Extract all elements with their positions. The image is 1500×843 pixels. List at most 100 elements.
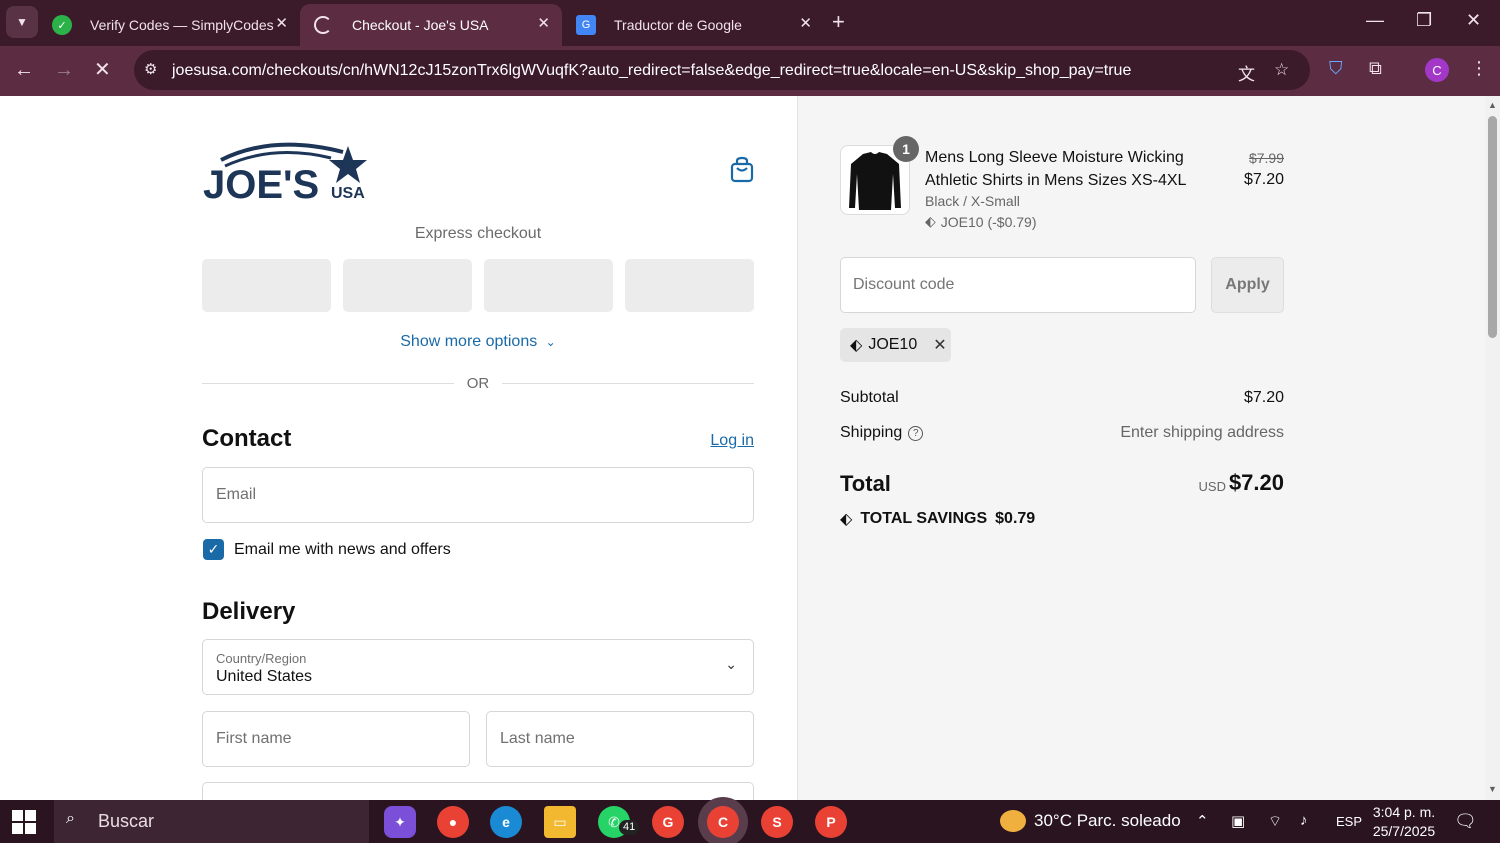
browser-toolbar: ← → ✕ ⚙ joesusa.com/checkouts/cn/hWN12cJ… bbox=[0, 46, 1500, 96]
weather-widget[interactable]: 30°C Parc. soleado bbox=[1000, 810, 1181, 832]
discount-code-field[interactable] bbox=[840, 257, 1196, 313]
clock[interactable]: 3:04 p. m. 25/7/2025 bbox=[1372, 803, 1436, 841]
or-separator: OR bbox=[466, 375, 490, 392]
address-field[interactable] bbox=[202, 782, 754, 800]
language-indicator[interactable]: ESP bbox=[1336, 814, 1362, 829]
item-discount: ⬖ JOE10 (-$0.79) bbox=[925, 213, 1037, 230]
email-input[interactable] bbox=[203, 468, 753, 522]
chrome-profile-icon[interactable]: C bbox=[707, 806, 739, 838]
chrome-profile-icon[interactable]: S bbox=[761, 806, 793, 838]
tag-icon: ⬖ bbox=[840, 511, 853, 528]
simplycodes-icon: ✓ bbox=[52, 15, 72, 35]
express-pay-button[interactable] bbox=[484, 259, 613, 312]
loading-spinner-icon bbox=[314, 16, 332, 34]
discount-code-input[interactable] bbox=[841, 258, 1195, 312]
show-more-label: Show more options bbox=[400, 333, 538, 350]
apply-button[interactable]: Apply bbox=[1211, 257, 1284, 313]
applied-code-chip: ⬖ JOE10 ✕ bbox=[840, 328, 951, 362]
file-explorer-icon[interactable]: ▭ bbox=[544, 806, 576, 838]
windows-start-icon[interactable] bbox=[12, 810, 38, 834]
volume-icon[interactable]: ♪ bbox=[1300, 812, 1308, 829]
chrome-profile-icon[interactable]: G bbox=[652, 806, 684, 838]
show-hidden-icons-icon[interactable]: ⌃ bbox=[1196, 812, 1209, 830]
product-name: Mens Long Sleeve Moisture Wicking Athlet… bbox=[925, 149, 1187, 189]
shopping-bag-icon[interactable] bbox=[729, 156, 755, 184]
scroll-thumb[interactable] bbox=[1488, 116, 1497, 338]
order-summary: 1 Mens Long Sleeve Moisture Wicking Athl… bbox=[797, 96, 1485, 800]
tab-title: Traductor de Google bbox=[614, 17, 742, 33]
forward-arrow-icon[interactable]: → bbox=[54, 58, 74, 82]
login-link[interactable]: Log in bbox=[700, 432, 754, 450]
total-value: $7.20 bbox=[1228, 470, 1284, 495]
bookmark-star-icon[interactable]: ☆ bbox=[1274, 60, 1289, 80]
url-text[interactable]: joesusa.com/checkouts/cn/hWN12cJ15zonTrx… bbox=[172, 62, 1131, 80]
tab-google-translate[interactable]: G Traductor de Google ✕ bbox=[562, 4, 824, 46]
total-savings: ⬖ TOTAL SAVINGS $0.79 bbox=[840, 509, 1035, 529]
clock-time: 3:04 p. m. bbox=[1372, 804, 1436, 820]
last-name-input[interactable] bbox=[487, 712, 753, 766]
browser-menu-icon[interactable]: ⋮ bbox=[1470, 58, 1488, 79]
clock-date: 25/7/2025 bbox=[1372, 823, 1436, 839]
chevron-down-icon: ⌄ bbox=[545, 335, 556, 349]
whatsapp-badge: 41 bbox=[619, 820, 640, 835]
edge-icon[interactable]: e bbox=[490, 806, 522, 838]
tag-icon: ⬖ bbox=[925, 213, 936, 229]
close-tab-icon[interactable]: ✕ bbox=[275, 14, 288, 32]
scroll-up-icon[interactable]: ▲ bbox=[1488, 100, 1497, 110]
newsletter-label[interactable]: Email me with news and offers bbox=[234, 541, 451, 559]
network-icon[interactable]: ⌔ bbox=[1268, 812, 1282, 831]
stop-loading-icon[interactable]: ✕ bbox=[94, 58, 111, 82]
express-pay-button[interactable] bbox=[625, 259, 754, 312]
meet-now-icon[interactable]: ▣ bbox=[1231, 812, 1245, 830]
logo-text: JOE'S bbox=[203, 163, 319, 206]
back-arrow-icon[interactable]: ← bbox=[14, 58, 34, 82]
help-icon[interactable]: ? bbox=[908, 426, 924, 441]
email-field[interactable] bbox=[202, 467, 754, 523]
quantity-badge: 1 bbox=[893, 136, 919, 162]
chrome-icon[interactable]: ● bbox=[437, 806, 469, 838]
address-bar[interactable]: ⚙ joesusa.com/checkouts/cn/hWN12cJ15zonT… bbox=[134, 50, 1310, 90]
close-tab-icon[interactable]: ✕ bbox=[537, 14, 550, 32]
tab-search-menu-icon[interactable]: ▼ bbox=[6, 6, 38, 38]
remove-code-icon[interactable]: ✕ bbox=[933, 335, 946, 355]
extension-shield-icon[interactable]: ⛉ bbox=[1329, 58, 1343, 79]
new-tab-button[interactable]: + bbox=[832, 10, 845, 34]
joes-usa-logo[interactable]: JOE'S USA bbox=[203, 138, 368, 207]
close-tab-icon[interactable]: ✕ bbox=[799, 14, 812, 32]
chrome-profile-icon[interactable]: P bbox=[815, 806, 847, 838]
profile-avatar[interactable]: C bbox=[1425, 58, 1449, 82]
show-more-options-link[interactable]: Show more options ⌄ bbox=[202, 333, 754, 351]
restore-button[interactable]: ❐ bbox=[1416, 10, 1432, 31]
site-info-icon[interactable]: ⚙ bbox=[144, 60, 157, 78]
first-name-input[interactable] bbox=[203, 712, 469, 766]
subtotal-label: Subtotal bbox=[840, 389, 899, 406]
notifications-icon[interactable]: 🗨 bbox=[1454, 811, 1477, 832]
express-pay-button[interactable] bbox=[343, 259, 472, 312]
tab-checkout[interactable]: Checkout - Joe's USA ✕ bbox=[300, 4, 562, 46]
first-name-field[interactable] bbox=[202, 711, 470, 767]
item-discount-text: JOE10 (-$0.79) bbox=[940, 213, 1037, 230]
shipping-label: Shipping bbox=[840, 424, 903, 441]
browser-tab-bar: ▼ ✓ Verify Codes — SimplyCodes ✕ Checkou… bbox=[0, 0, 1500, 46]
logo-subtext: USA bbox=[331, 185, 365, 202]
newsletter-checkbox[interactable]: ✓ bbox=[203, 539, 224, 560]
divider-line bbox=[202, 383, 454, 384]
extensions-puzzle-icon[interactable]: ⧉ bbox=[1369, 58, 1382, 79]
contact-heading: Contact bbox=[202, 425, 292, 452]
minimize-button[interactable]: — bbox=[1366, 10, 1384, 31]
country-select[interactable]: Country/Region United States ⌄ bbox=[202, 639, 754, 695]
last-name-field[interactable] bbox=[486, 711, 754, 767]
product-variant: Black / X-Small bbox=[925, 193, 1020, 209]
close-window-button[interactable]: ✕ bbox=[1466, 10, 1481, 31]
page-scrollbar[interactable]: ▲ ▼ bbox=[1485, 96, 1500, 800]
chevron-down-icon: ⌄ bbox=[725, 656, 737, 672]
delivery-heading: Delivery bbox=[202, 598, 296, 625]
taskbar-search[interactable]: ⌕ Buscar bbox=[54, 800, 369, 843]
tab-simplycodes[interactable]: ✓ Verify Codes — SimplyCodes ✕ bbox=[38, 4, 300, 46]
scroll-down-icon[interactable]: ▼ bbox=[1488, 784, 1497, 794]
express-pay-button[interactable] bbox=[202, 259, 331, 312]
total-label: Total bbox=[840, 471, 891, 496]
translate-icon[interactable]: 文 bbox=[1238, 60, 1255, 85]
discounted-price: $7.20 bbox=[1243, 171, 1284, 188]
copilot-icon[interactable]: ✦ bbox=[384, 806, 416, 838]
